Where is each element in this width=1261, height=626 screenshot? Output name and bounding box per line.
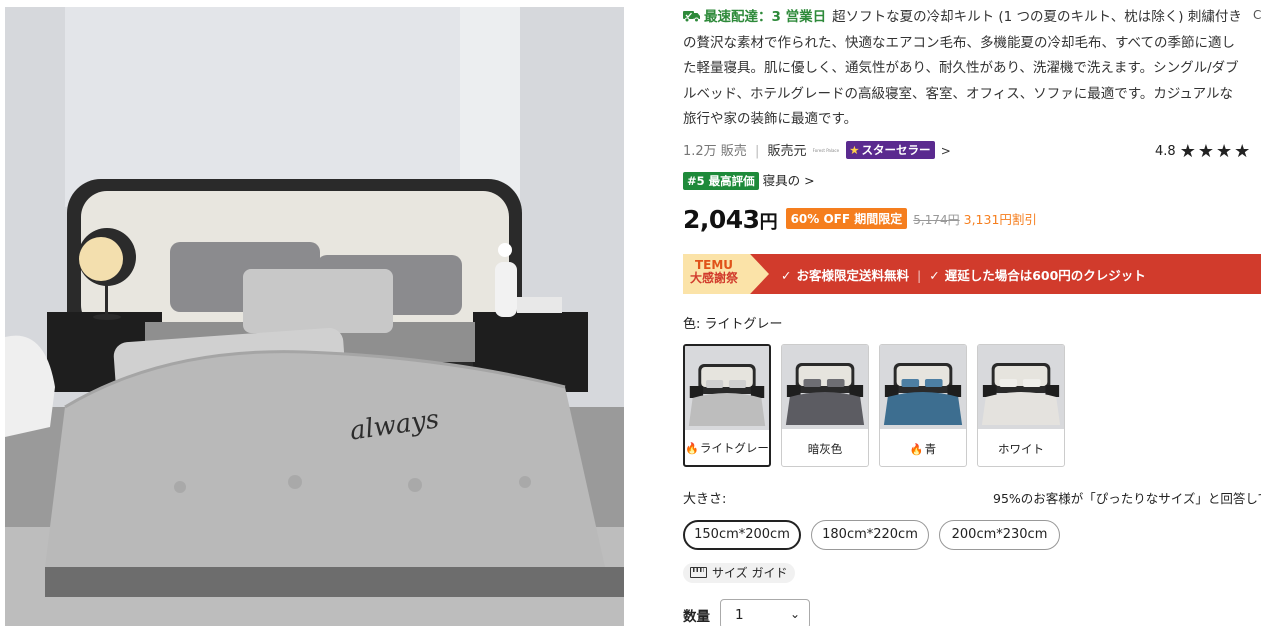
color-thumbnail (685, 346, 769, 430)
ruler-icon (690, 567, 707, 578)
share-icon[interactable]: C (1253, 8, 1261, 22)
quantity-select[interactable]: 1 ⌄ (720, 599, 810, 626)
rating-value: 4.8 (1155, 144, 1176, 159)
meta-separator: | (754, 144, 760, 159)
promo-logo-line2: 大感謝祭 (690, 271, 739, 285)
star-icon: ★ (849, 143, 860, 157)
color-option-label: 🔥青 (880, 441, 966, 457)
discount-badge: 60% OFF 期間限定 (785, 208, 908, 229)
rank-badge: #5 最高評価 (683, 172, 759, 190)
seller-prefix: 販売元 (767, 144, 807, 159)
size-fit-note: 95%のお客様が「ぴったりなサイズ」と回答しています (993, 491, 1261, 506)
flame-icon: 🔥 (685, 442, 699, 455)
product-description: 超ソフトな夏の冷却キルト (1 つの夏のキルト、枕は除く) 刺繍付きの贅沢な素材… (683, 9, 1242, 127)
fastest-delivery-label: 最速配達： (704, 9, 772, 25)
check-icon: ✓ (781, 268, 792, 283)
flame-icon: 🔥 (909, 443, 924, 456)
rating-stars-icon: ★★★★ (1179, 141, 1253, 162)
color-thumbnail (880, 345, 966, 429)
check-icon: ✓ (929, 268, 940, 283)
size-option-2[interactable]: 180cm*220cm (811, 520, 929, 550)
promo-items: ✓ お客様限定送料無料 | ✓ 遅延した場合は600円のクレジット (781, 265, 1146, 284)
ranking-row[interactable]: #5 最高評価 寝具の > (683, 170, 815, 190)
price-unit: 円 (759, 212, 778, 233)
product-image[interactable]: always (5, 7, 624, 626)
color-option-4[interactable]: ホワイト (977, 344, 1065, 467)
seller-logo[interactable]: Forest Palace (813, 148, 839, 153)
rating-summary[interactable]: 4.8 ★★★★ (1155, 141, 1252, 162)
quantity-value: 1 (735, 607, 744, 623)
size-guide-label: サイズ ガイド (712, 566, 788, 580)
color-option-1[interactable]: 🔥ライトグレー (683, 344, 771, 467)
color-option-text: 青 (924, 442, 937, 456)
color-thumbnail (978, 345, 1064, 429)
product-title: 最速配達：3 営業日 超ソフトな夏の冷却キルト (1 つの夏のキルト、枕は除く) … (683, 5, 1243, 133)
color-option-label: ホワイト (978, 441, 1064, 457)
free-shipping-text: お客様限定送料無料 (796, 268, 909, 283)
temu-festival-logo: TEMU 大感謝祭 (690, 259, 738, 285)
saving-amount: 3,131円割引 (963, 212, 1037, 227)
color-option-label: 🔥ライトグレー (685, 440, 769, 456)
seller-chevron-icon[interactable]: > (941, 144, 951, 158)
rank-category-link[interactable]: 寝具の > (763, 173, 815, 188)
size-guide-button[interactable]: サイズ ガイド (683, 563, 796, 583)
color-option-text: ライトグレー (699, 441, 769, 455)
bedroom-photo: always (5, 7, 624, 626)
chevron-down-icon: ⌄ (789, 607, 800, 621)
sold-count: 1.2万 販売 (683, 144, 747, 159)
delivery-days: 3 営業日 (771, 9, 827, 25)
color-option-text: ホワイト (998, 442, 1044, 456)
color-option-text: 暗灰色 (807, 442, 843, 456)
color-option-label: 暗灰色 (782, 441, 868, 457)
late-credit-text: 遅延した場合は600円のクレジット (944, 268, 1146, 283)
size-label: 大きさ: (683, 492, 727, 507)
star-seller-label: スターセラー (861, 143, 931, 157)
color-label: 色: ライトグレー (683, 317, 783, 332)
promo-separator: | (917, 268, 922, 283)
promo-banner[interactable]: TEMU 大感謝祭 ✓ お客様限定送料無料 | ✓ 遅延した場合は600円のクレジット (683, 254, 1261, 294)
color-option-3[interactable]: 🔥青 (879, 344, 967, 467)
current-price: 2,043 (683, 205, 760, 234)
size-option-1[interactable]: 150cm*200cm (683, 520, 801, 550)
original-price: 5,174円 (913, 213, 960, 227)
color-thumbnail (782, 345, 868, 429)
size-option-3[interactable]: 200cm*230cm (939, 520, 1060, 550)
quantity-label: 数量 (683, 609, 710, 625)
star-seller-badge[interactable]: ★ スターセラー (846, 141, 935, 159)
product-info-panel: 最速配達：3 営業日 超ソフトな夏の冷却キルト (1 つの夏のキルト、枕は除く) … (683, 0, 1261, 626)
color-option-2[interactable]: 暗灰色 (781, 344, 869, 467)
delivery-truck-icon (683, 11, 700, 22)
price-row: 2,043円 60% OFF 期間限定 5,174円 3,131円割引 (683, 205, 1037, 239)
